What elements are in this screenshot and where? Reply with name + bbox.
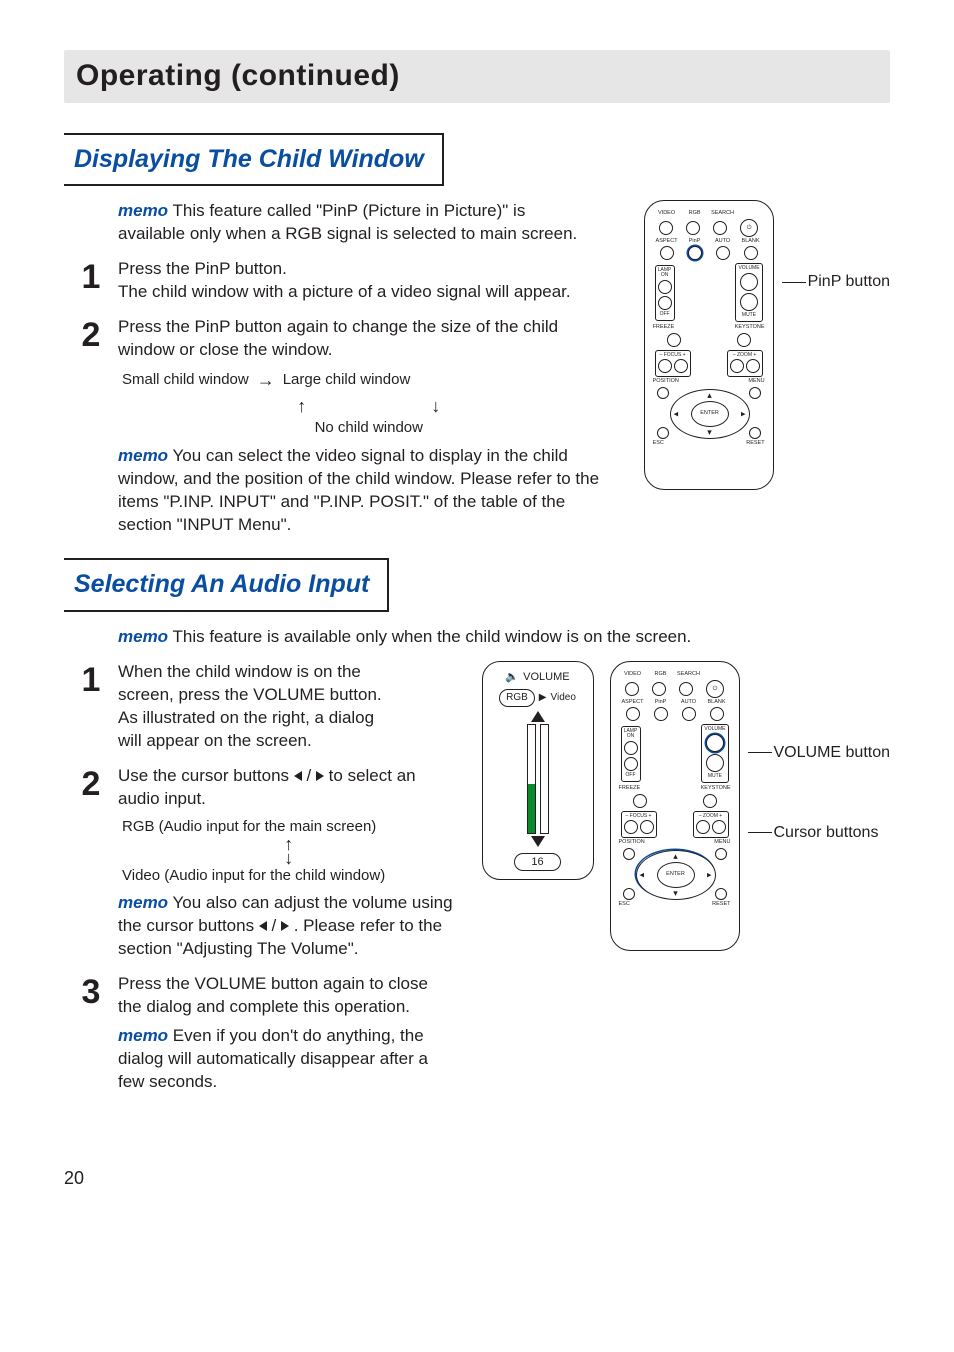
- cycle-large-label: Large child window: [283, 370, 411, 390]
- step-number: 1: [64, 260, 118, 294]
- audio-step-3: 3 Press the VOLUME button again to close…: [64, 973, 466, 1094]
- child-window-cycle-diagram: Small child window → Large child window …: [122, 368, 616, 439]
- audio-step-1: 1 When the child window is on the screen…: [64, 661, 466, 753]
- cursor-left-icon: [294, 771, 302, 781]
- callout-volume-button: VOLUME button: [748, 743, 891, 763]
- volume-dialog-illustration: 🔈 VOLUME RGB ▶ Video 16: [482, 661, 594, 880]
- step-text-line: Press the PinP button.: [118, 258, 616, 281]
- volume-dialog-video-label: Video: [550, 691, 575, 705]
- memo-3: memo You also can adjust the volume usin…: [118, 892, 456, 961]
- memo-4: memo Even if you don't do anything, the …: [118, 1025, 456, 1094]
- step-number: 2: [64, 318, 118, 352]
- play-right-icon: ▶: [539, 691, 547, 705]
- volume-dialog-value: 16: [514, 853, 560, 872]
- triangle-up-icon: [531, 711, 545, 722]
- speaker-icon: 🔈: [505, 670, 519, 685]
- memo-label: memo: [118, 446, 168, 465]
- step-text: Press the VOLUME button again to close t…: [118, 973, 456, 1019]
- audio-child-label: Video (Audio input for the child window): [122, 866, 456, 886]
- volume-dialog-title: VOLUME: [523, 670, 569, 685]
- cursor-left-icon: [259, 921, 267, 931]
- arrow-down-icon: ↓: [431, 394, 440, 418]
- step-number: 1: [64, 663, 118, 697]
- step-text: When the child window is on the screen, …: [118, 661, 408, 753]
- pinp-button-icon: [688, 246, 702, 260]
- arrow-right-icon: →: [257, 368, 275, 392]
- audio-step-2: 2 Use the cursor buttons / to select an …: [64, 765, 466, 961]
- memo-text: You can select the video signal to displ…: [118, 446, 599, 534]
- section-heading-audio-input: Selecting An Audio Input: [64, 558, 389, 612]
- section-heading-child-window: Displaying The Child Window: [64, 133, 444, 187]
- memo-label: memo: [118, 893, 168, 912]
- cursor-right-icon: [281, 921, 289, 931]
- memo-label: memo: [118, 1026, 168, 1045]
- memo-intro-1: memo This feature called "PinP (Picture …: [118, 200, 586, 246]
- cursor-buttons-icon: ▴ ▾ ◂ ▸ ENTER: [636, 850, 714, 898]
- power-icon: ⏻: [740, 219, 758, 237]
- cycle-small-label: Small child window: [122, 370, 249, 390]
- page-header: Operating (continued): [64, 50, 890, 103]
- arrow-up-icon: ↑: [297, 394, 427, 418]
- callout-cursor-buttons: Cursor buttons: [748, 823, 891, 843]
- step-text-line: The child window with a picture of a vid…: [118, 281, 616, 304]
- remote-illustration-2: VIDEORGBSEARCH ⏻ ASPECTPinPAUTOBLANK LAM…: [610, 661, 740, 951]
- page-number: 20: [64, 1166, 890, 1190]
- memo-label: memo: [118, 201, 168, 220]
- step-1: 1 Press the PinP button. The child windo…: [64, 258, 626, 304]
- remote-illustration-1: VIDEORGBSEARCH ⏻ ASPECTPinPAUTOBLANK LAM…: [644, 200, 774, 490]
- step-text: Press the PinP button again to change th…: [118, 316, 616, 362]
- memo-text: This feature is available only when the …: [168, 627, 691, 646]
- step-text: Use the cursor buttons / to select an au…: [118, 765, 456, 811]
- cursor-right-icon: [316, 771, 324, 781]
- step-number: 2: [64, 767, 118, 801]
- triangle-down-icon: [531, 836, 545, 847]
- memo-label: memo: [118, 627, 168, 646]
- memo-text: This feature called "PinP (Picture in Pi…: [118, 201, 577, 243]
- cycle-none-label: No child window: [315, 419, 423, 436]
- volume-button-icon: [706, 734, 724, 752]
- callout-pinp-button: PinP button: [782, 272, 890, 292]
- memo-2: memo You can select the video signal to …: [118, 445, 616, 537]
- power-icon: ⏻: [706, 680, 724, 698]
- audio-input-diagram: RGB (Audio input for the main screen) ↑ …: [122, 817, 456, 886]
- step-2: 2 Press the PinP button again to change …: [64, 316, 626, 536]
- step-number: 3: [64, 975, 118, 1009]
- memo-intro-2: memo This feature is available only when…: [118, 626, 850, 649]
- volume-dialog-rgb-label: RGB: [499, 689, 535, 707]
